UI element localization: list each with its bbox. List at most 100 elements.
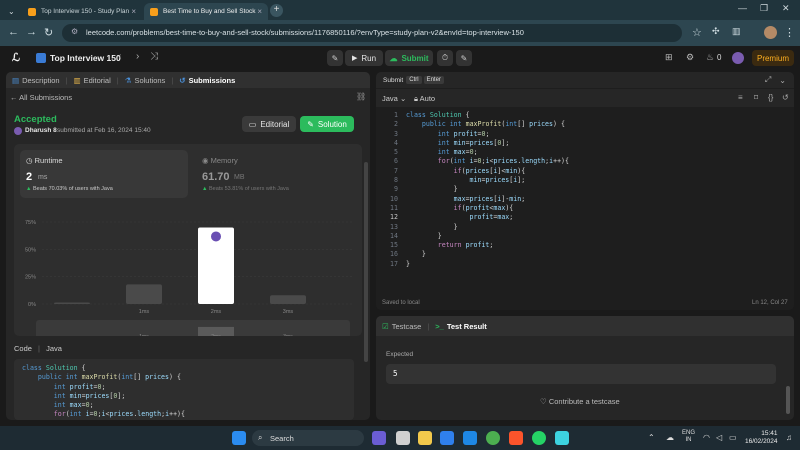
chart-y-tick-label: 50% — [25, 247, 36, 253]
book-icon: ▭ — [248, 119, 257, 129]
description-icon: ▤ — [12, 75, 20, 85]
tab-search-icon[interactable]: ⌄ — [2, 3, 18, 20]
expand-icon[interactable]: ⤢ — [765, 75, 771, 85]
language-select[interactable]: Java ⌄ — [382, 94, 406, 103]
tab-description[interactable]: ▤ Description — [6, 76, 66, 85]
volume-icon[interactable]: ◁ — [716, 433, 722, 442]
cloud-icon[interactable]: ☁ — [666, 433, 674, 442]
close-tab-icon[interactable]: × — [257, 7, 262, 16]
format-icon[interactable]: ≡ — [738, 93, 743, 102]
fire-streak-icon[interactable]: ♨ — [706, 52, 714, 63]
tab-submissions[interactable]: ↺ Submissions — [173, 76, 241, 85]
line-number: 4 — [394, 138, 398, 147]
submit-button[interactable]: ☁ Submit — [385, 50, 433, 66]
timer-icon[interactable]: ⏱ — [437, 50, 453, 66]
history-icon: ↺ — [179, 75, 186, 85]
chart-overview-tick-label: 2ms — [211, 334, 221, 336]
bookmark-icon[interactable]: ⌑ — [754, 93, 758, 102]
editor-code[interactable]: class Solution { public int maxProfit(in… — [406, 111, 786, 268]
collapse-icon[interactable]: ⌄ — [779, 76, 786, 85]
runtime-box[interactable]: ◷ Runtime 2 ms ▲ Beats 70.03% of users w… — [20, 150, 188, 198]
checkbox-icon: ☑ — [382, 321, 389, 331]
line-number: 7 — [394, 166, 398, 175]
vscode-icon[interactable] — [440, 431, 454, 445]
chart-bar — [54, 302, 90, 304]
chrome-menu-icon[interactable]: ⋮ — [784, 26, 795, 39]
battery-icon[interactable]: ▭ — [729, 433, 737, 442]
shuffle-icon[interactable]: ⤨ — [150, 51, 158, 62]
chrome-icon[interactable] — [486, 431, 500, 445]
author-avatar — [14, 127, 22, 135]
author-name[interactable]: Dharush 8 — [25, 127, 57, 134]
submitted-code: class Solution { public int maxProfit(in… — [14, 359, 354, 420]
url-input[interactable]: ⚙ leetcode.com/problems/best-time-to-buy… — [62, 24, 682, 42]
terminal-icon: >_ — [435, 321, 444, 331]
file-explorer-icon[interactable] — [418, 431, 432, 445]
windows-start-icon[interactable] — [232, 431, 246, 445]
braces-icon[interactable]: {} — [768, 93, 773, 102]
solution-button[interactable]: ✎ Solution — [300, 116, 354, 132]
memory-box[interactable]: ◉ Memory 61.70 MB ▲ Beats 53.81% of user… — [196, 150, 356, 198]
forward-icon[interactable]: → — [26, 26, 37, 38]
back-icon[interactable]: ← — [8, 26, 19, 38]
close-tab-icon[interactable]: × — [131, 7, 136, 16]
minimize-icon[interactable]: — — [738, 3, 747, 13]
all-submissions-link[interactable]: ← All Submissions — [10, 93, 72, 102]
brave-icon[interactable] — [509, 431, 523, 445]
browser-tab-study-plan[interactable]: Top Interview 150 - Study Plan × — [22, 3, 142, 20]
console-scrollbar[interactable] — [786, 386, 790, 414]
sidepanel-icon[interactable]: ▥ — [732, 26, 741, 37]
browser-tab-problem[interactable]: Best Time to Buy and Sell Stock × — [144, 3, 268, 20]
settings-gear-icon[interactable]: ⚙ — [686, 52, 694, 63]
tab-editorial[interactable]: ▥ Editorial — [68, 76, 117, 85]
tab-solutions[interactable]: ⚗ Solutions — [119, 76, 172, 85]
memory-beats: ▲ Beats 53.81% of users with Java — [202, 186, 289, 192]
site-info-icon[interactable]: ⚙ — [71, 27, 78, 36]
wifi-icon[interactable]: ◠ — [703, 433, 710, 442]
extensions-icon[interactable]: ✣ — [712, 26, 720, 37]
maximize-icon[interactable]: ❐ — [760, 3, 768, 14]
tray-chevron-icon[interactable]: ⌃ — [648, 433, 655, 442]
taskbar-search-box[interactable]: ⌕ Search — [252, 430, 364, 446]
notes-icon[interactable]: ✎ — [456, 50, 472, 66]
widgets-icon[interactable] — [396, 431, 410, 445]
whatsapp-icon[interactable] — [532, 431, 546, 445]
ctrl-key-badge: Ctrl — [406, 76, 422, 84]
leetcode-header: ℒ Top Interview 150 ‹ › ⤨ ✎ ▶ Run ☁ Submit… — [0, 46, 800, 70]
editor-toolbar: Java ⌄ 🔒︎ Auto ≡ ⌑ {} ↺ — [376, 89, 794, 107]
prev-problem-icon[interactable]: ‹ — [118, 51, 121, 62]
share-link-icon[interactable]: ⛓ — [356, 92, 366, 101]
runtime-value: 2 — [26, 171, 33, 183]
reload-icon[interactable]: ↻ — [44, 26, 53, 39]
left-scrollbar[interactable] — [364, 162, 368, 362]
study-list-title[interactable]: Top Interview 150 — [50, 53, 121, 63]
new-tab-button[interactable]: + — [270, 4, 283, 17]
memory-value: 61.70 — [202, 171, 230, 183]
auto-mode-toggle[interactable]: 🔒︎ Auto — [414, 94, 435, 104]
app-icon[interactable] — [555, 431, 569, 445]
line-number: 12 — [390, 213, 398, 222]
notification-bell-icon[interactable]: ♫ — [786, 433, 792, 442]
bookmark-star-icon[interactable]: ☆ — [692, 26, 702, 39]
tab-testcase[interactable]: ☑ Testcase — [376, 322, 427, 331]
profile-avatar[interactable] — [764, 26, 777, 39]
edge-icon[interactable] — [463, 431, 477, 445]
editorial-icon: ▥ — [73, 75, 81, 85]
tab-test-result[interactable]: >_ Test Result — [429, 322, 492, 331]
reset-icon[interactable]: ↺ — [782, 93, 789, 102]
code-language: Java — [46, 344, 62, 353]
next-problem-icon[interactable]: › — [136, 51, 139, 62]
debug-icon[interactable]: ✎ — [327, 50, 343, 66]
editorial-button[interactable]: ▭ Editorial — [242, 116, 296, 132]
run-button[interactable]: ▶ Run — [345, 50, 383, 66]
chart-user-avatar-marker — [211, 231, 221, 242]
clock-date[interactable]: 15:41 16/02/2024 — [745, 430, 778, 446]
leetcode-logo-icon[interactable]: ℒ — [12, 51, 20, 64]
premium-button[interactable]: Premium — [752, 50, 794, 66]
input-language[interactable]: ENG IN — [682, 430, 695, 444]
contribute-testcase-button[interactable]: ♡ Contribute a testcase — [540, 397, 620, 406]
task-view-icon[interactable] — [372, 431, 386, 445]
layout-icon[interactable]: ⊞ — [665, 52, 673, 63]
user-avatar[interactable] — [732, 52, 744, 64]
close-window-icon[interactable]: ✕ — [782, 3, 790, 14]
